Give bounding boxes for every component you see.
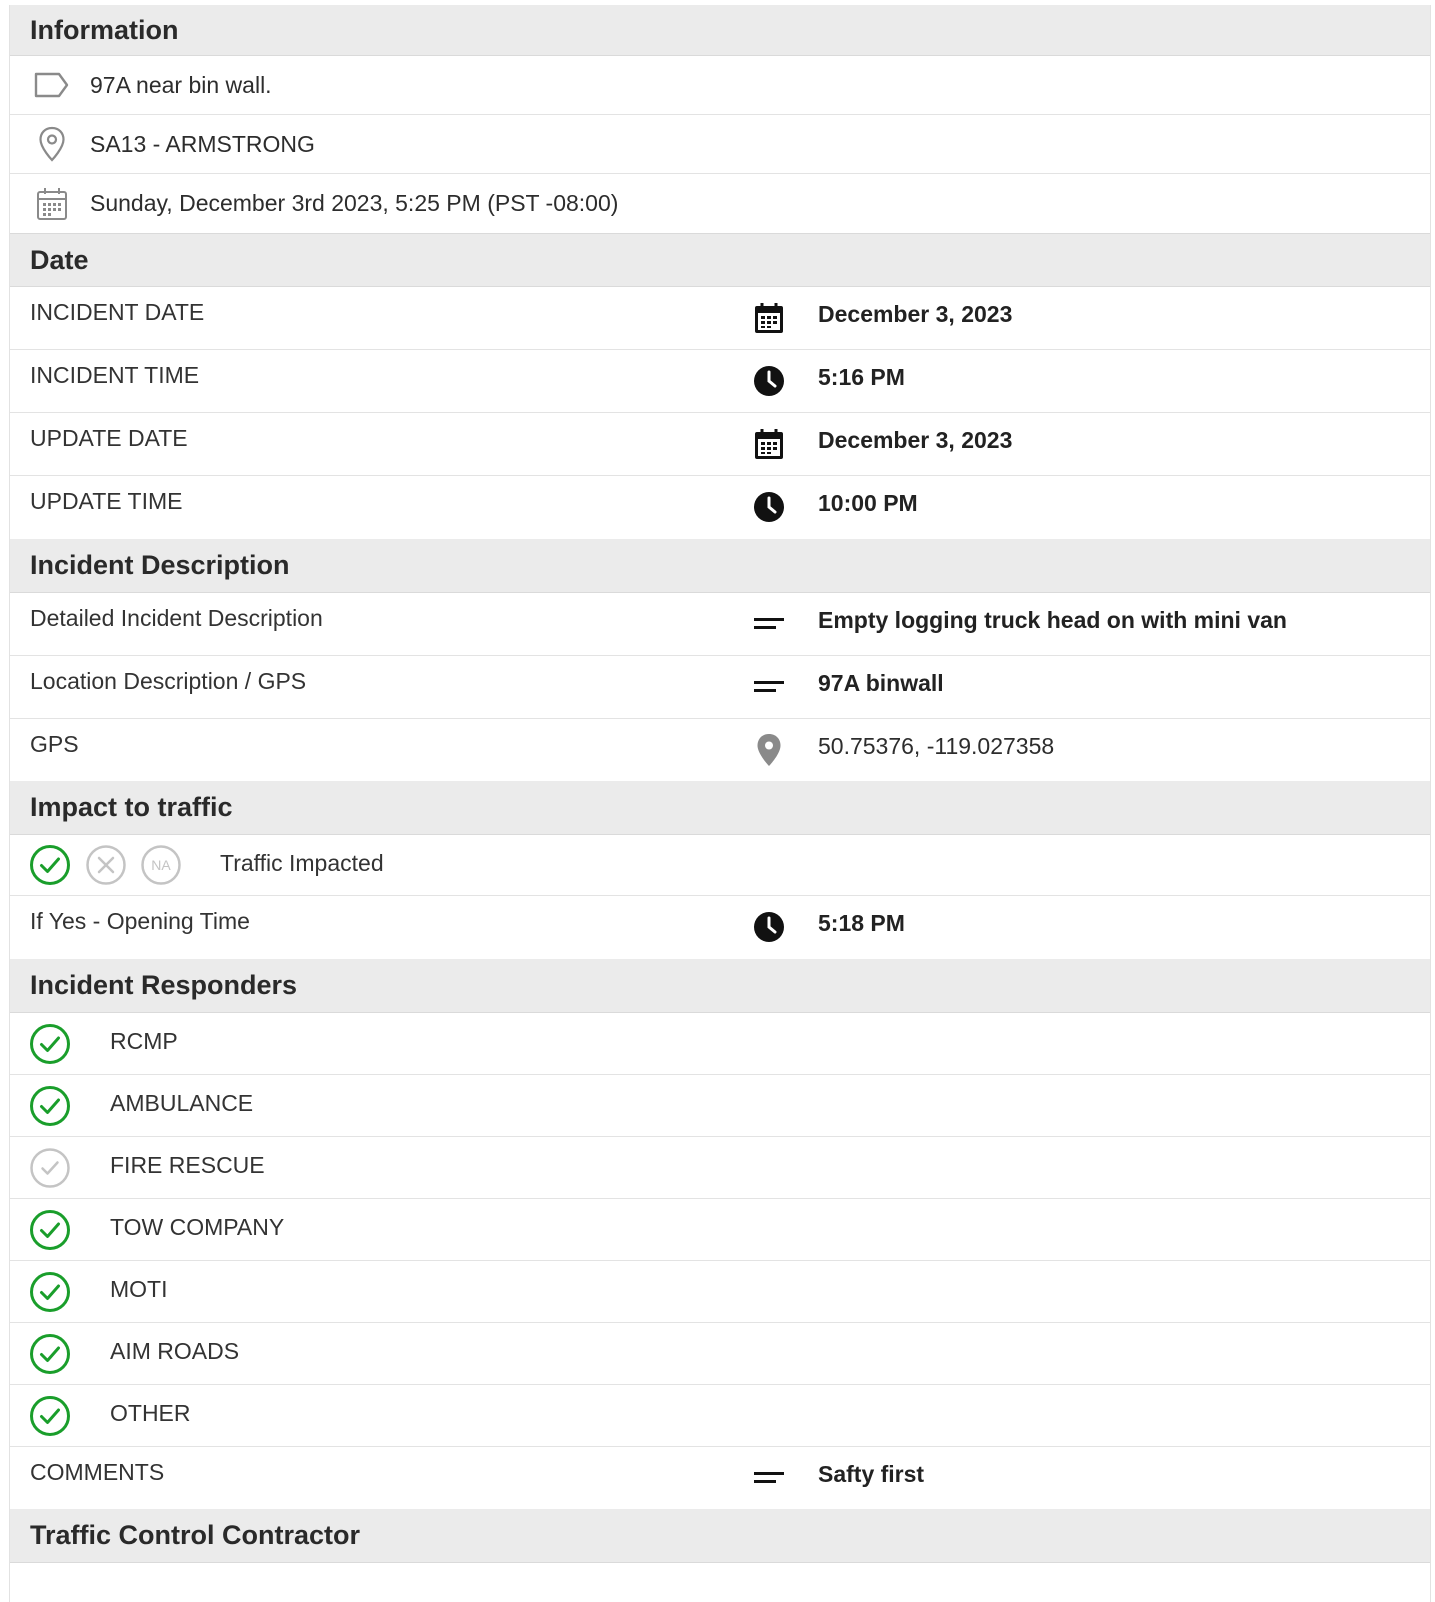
location-description-value: 97A binwall xyxy=(818,670,944,696)
incident-time-row: INCIDENT TIME 5:16 PM xyxy=(10,350,1430,413)
clock-icon xyxy=(752,910,786,944)
responder-row-ambulance: AMBULANCE xyxy=(10,1075,1430,1137)
contractor-body xyxy=(10,1563,1430,1602)
section-traffic-control-contractor: Traffic Control Contractor xyxy=(10,1509,1430,1563)
info-datetime: Sunday, December 3rd 2023, 5:25 PM (PST … xyxy=(90,190,619,216)
responder-row-moti: MOTI xyxy=(10,1261,1430,1323)
section-title: Traffic Control Contractor xyxy=(30,1520,361,1550)
detailed-description-value: Empty logging truck head on with mini va… xyxy=(818,607,1287,633)
section-title: Impact to traffic xyxy=(30,792,233,822)
calendar-outline-icon xyxy=(32,187,72,221)
incident-time-value: 5:16 PM xyxy=(818,364,905,390)
text-lines-icon xyxy=(752,607,786,641)
section-incident-responders: Incident Responders xyxy=(10,959,1430,1013)
gps-label: GPS xyxy=(30,731,79,757)
section-title: Incident Responders xyxy=(30,970,298,1000)
comments-label: COMMENTS xyxy=(30,1459,165,1485)
comments-value: Safty first xyxy=(818,1461,925,1487)
check-circle-icon[interactable] xyxy=(29,844,71,892)
update-date-value: December 3, 2023 xyxy=(818,427,1013,453)
location-description-row: Location Description / GPS 97A binwall xyxy=(10,656,1430,719)
info-datetime-row: Sunday, December 3rd 2023, 5:25 PM (PST … xyxy=(10,174,1430,233)
section-title: Incident Description xyxy=(30,550,290,580)
check-circle-icon[interactable] xyxy=(29,1085,71,1133)
incident-report: Information 97A near bin wall. SA13 - AR… xyxy=(9,5,1431,1602)
calendar-icon xyxy=(752,301,786,335)
update-time-row: UPDATE TIME 10:00 PM xyxy=(10,476,1430,539)
responder-label: AMBULANCE xyxy=(110,1090,254,1116)
na-circle-icon[interactable]: NA xyxy=(140,844,182,892)
responder-row-aim-roads: AIM ROADS xyxy=(10,1323,1430,1385)
responder-row-fire-rescue: FIRE RESCUE xyxy=(10,1137,1430,1199)
tag-icon xyxy=(32,71,72,99)
text-lines-icon xyxy=(752,1461,786,1495)
section-date: Date xyxy=(10,233,1430,287)
responder-row-rcmp: RCMP xyxy=(10,1013,1430,1075)
check-circle-icon[interactable] xyxy=(29,1333,71,1381)
update-time-label: UPDATE TIME xyxy=(30,488,183,514)
opening-time-row: If Yes - Opening Time 5:18 PM xyxy=(10,896,1430,959)
comments-row: COMMENTS Safty first xyxy=(10,1447,1430,1509)
x-circle-icon[interactable] xyxy=(85,844,127,892)
info-location-row: SA13 - ARMSTRONG xyxy=(10,115,1430,174)
text-lines-icon xyxy=(752,670,786,704)
update-time-value: 10:00 PM xyxy=(818,490,918,516)
incident-date-value: December 3, 2023 xyxy=(818,301,1013,327)
section-impact-to-traffic: Impact to traffic xyxy=(10,781,1430,835)
responder-row-other: OTHER xyxy=(10,1385,1430,1447)
check-circle-icon[interactable] xyxy=(29,1023,71,1071)
opening-time-label: If Yes - Opening Time xyxy=(30,908,250,934)
responder-label: OTHER xyxy=(110,1400,191,1426)
update-date-label: UPDATE DATE xyxy=(30,425,188,451)
responder-label: AIM ROADS xyxy=(110,1338,240,1364)
responder-label: RCMP xyxy=(110,1028,178,1054)
map-pin-icon xyxy=(752,733,786,767)
incident-time-label: INCIDENT TIME xyxy=(30,362,200,388)
check-circle-unchecked-icon[interactable] xyxy=(29,1147,71,1195)
update-date-row: UPDATE DATE December 3, 2023 xyxy=(10,413,1430,476)
clock-icon xyxy=(752,364,786,398)
opening-time-value: 5:18 PM xyxy=(818,910,905,936)
clock-icon xyxy=(752,490,786,524)
gps-row: GPS 50.75376, -119.027358 xyxy=(10,719,1430,781)
section-incident-description: Incident Description xyxy=(10,539,1430,593)
gps-value: 50.75376, -119.027358 xyxy=(818,733,1055,759)
detailed-description-row: Detailed Incident Description Empty logg… xyxy=(10,593,1430,656)
info-summary-row: 97A near bin wall. xyxy=(10,56,1430,115)
calendar-icon xyxy=(752,427,786,461)
check-circle-icon[interactable] xyxy=(29,1395,71,1443)
check-circle-icon[interactable] xyxy=(29,1271,71,1319)
section-title: Information xyxy=(30,14,179,45)
incident-date-row: INCIDENT DATE December 3, 2023 xyxy=(10,287,1430,350)
section-information: Information xyxy=(10,5,1430,56)
responder-label: TOW COMPANY xyxy=(110,1214,285,1240)
location-description-label: Location Description / GPS xyxy=(30,668,307,694)
info-summary: 97A near bin wall. xyxy=(90,71,272,98)
map-pin-outline-icon xyxy=(32,126,72,162)
section-title: Date xyxy=(30,244,89,275)
responder-label: FIRE RESCUE xyxy=(110,1152,265,1178)
incident-date-label: INCIDENT DATE xyxy=(30,299,205,325)
check-circle-icon[interactable] xyxy=(29,1209,71,1257)
responder-row-tow-company: TOW COMPANY xyxy=(10,1199,1430,1261)
detailed-description-label: Detailed Incident Description xyxy=(30,605,323,631)
traffic-impacted-row: NA Traffic Impacted xyxy=(10,835,1430,896)
info-location: SA13 - ARMSTRONG xyxy=(90,130,315,157)
traffic-impacted-label: Traffic Impacted xyxy=(220,850,384,876)
na-label: NA xyxy=(151,857,171,873)
responder-label: MOTI xyxy=(110,1276,168,1302)
